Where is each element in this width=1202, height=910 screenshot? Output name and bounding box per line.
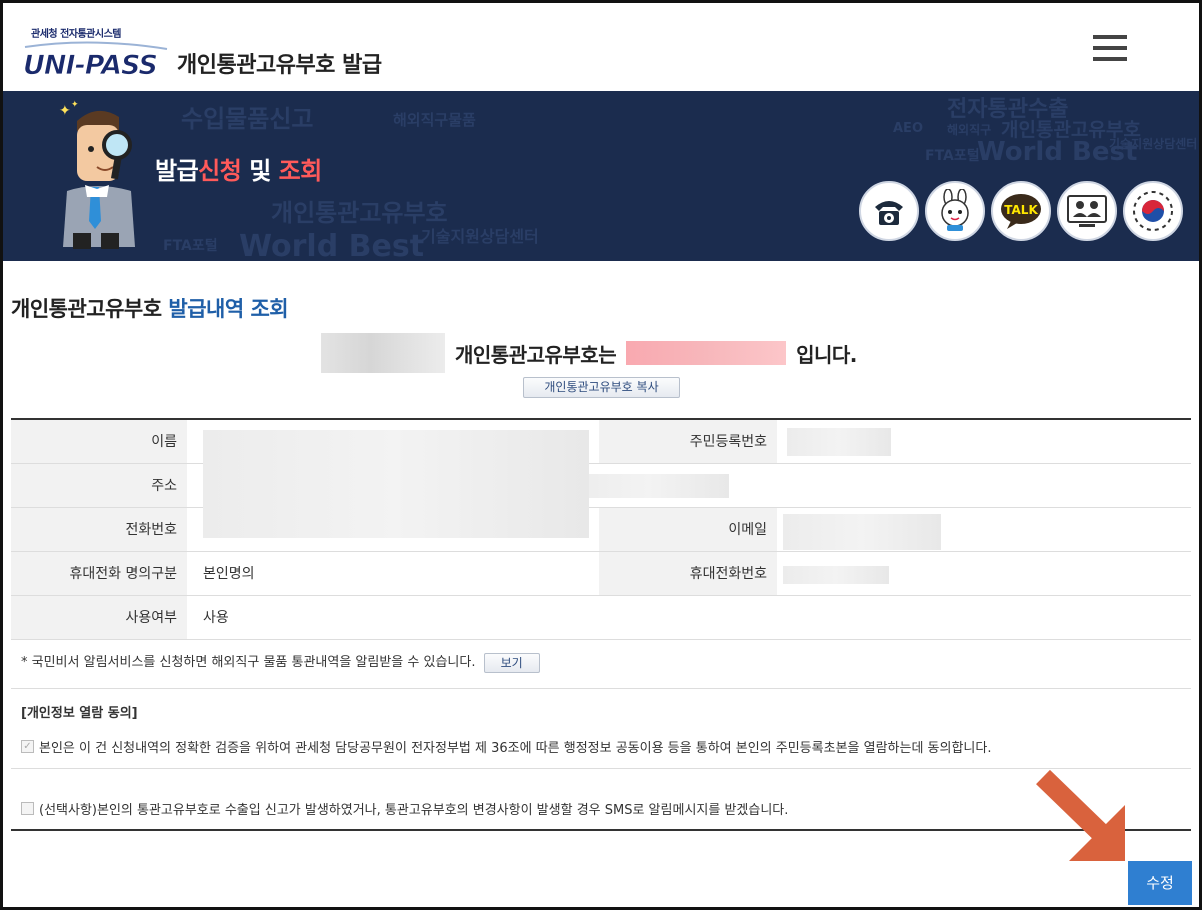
unipass-logo[interactable]: UNI-PASS <box>21 39 171 79</box>
consent-agree-row: ✓ 본인은 이 건 신청내역의 정확한 검증을 위하여 관세청 담당공무원이 전… <box>21 737 991 756</box>
telephone-icon[interactable] <box>859 181 919 241</box>
phone-label: 전화번호 <box>11 508 187 551</box>
government-emblem-icon[interactable] <box>1123 181 1183 241</box>
address-label: 주소 <box>11 464 187 507</box>
redacted-customs-number <box>626 341 787 365</box>
name-label: 이름 <box>11 420 187 463</box>
redacted-address-tail <box>569 474 729 498</box>
svg-text:✦: ✦ <box>59 103 71 119</box>
pointer-arrow-icon <box>1036 769 1125 861</box>
table-row: 사용여부 사용 <box>11 596 1191 640</box>
mobile-owner-label: 휴대전화 명의구분 <box>11 552 187 595</box>
consent-agree-text: 본인은 이 건 신청내역의 정확한 검증을 위하여 관세청 담당공무원이 전자정… <box>39 741 992 756</box>
banner-bg-word: 수입물품신고 <box>181 105 314 133</box>
usage-label: 사용여부 <box>11 596 187 639</box>
notice-text: * 국민비서 알림서비스를 신청하면 해외직구 물품 통관내역을 알림받을 수 … <box>21 655 476 670</box>
consent-agree-checkbox[interactable]: ✓ <box>21 740 34 753</box>
mobile-label: 휴대전화번호 <box>599 552 777 595</box>
banner-title: 발급신청 및 조회 <box>155 157 322 185</box>
consent-sms-checkbox[interactable] <box>21 802 34 815</box>
info-table: 이름 주민등록번호 주소 전화번호 이메일 휴대전화 명의구분 본인명의 휴대전… <box>11 418 1191 640</box>
banner-bg-word: AEO <box>893 121 923 136</box>
consent-divider <box>11 768 1191 769</box>
redacted-personal-info <box>203 430 589 538</box>
svg-text:✦: ✦ <box>71 100 79 110</box>
table-row: 주소 <box>11 464 1191 508</box>
table-row: 휴대전화 명의구분 본인명의 휴대전화번호 <box>11 552 1191 596</box>
banner-bg-word: 해외직구 <box>947 123 992 137</box>
page-frame: 관세청 전자통관시스템 UNI-PASS 개인통관고유부호 발급 수입물품신고 … <box>0 0 1202 910</box>
mascot-icon[interactable] <box>925 181 985 241</box>
notice-row: * 국민비서 알림서비스를 신청하면 해외직구 물품 통관내역을 알림받을 수 … <box>11 643 1191 689</box>
section-title: 개인통관고유부호 발급내역 조회 <box>11 297 289 321</box>
view-button[interactable]: 보기 <box>483 652 540 673</box>
svg-text:UNI-PASS: UNI-PASS <box>23 50 157 79</box>
usage-value: 사용 <box>203 610 229 626</box>
redacted-mobile <box>783 566 889 584</box>
banner-bg-word: 기술지원상담센터 <box>421 227 539 246</box>
banner-bg-word: 해외직구물품 <box>393 111 476 129</box>
logo-subtext: 관세청 전자통관시스템 <box>31 29 121 40</box>
hamburger-menu-icon[interactable] <box>1093 35 1127 65</box>
sentence-middle: 개인통관고유부호는 <box>455 342 617 367</box>
sentence-end: 입니다. <box>796 342 857 367</box>
mascot-illustration: ✦ ✦ <box>59 100 135 249</box>
hero-banner: 수입물품신고 해외직구물품 전자통관수출 개인통관고유부호 FTA포털 Worl… <box>3 91 1199 261</box>
redacted-email <box>783 514 941 550</box>
bottom-divider <box>11 829 1191 831</box>
svg-text:TALK: TALK <box>1004 203 1038 217</box>
banner-bg-word: FTA포털 <box>925 148 980 164</box>
consent-title: [개인정보 열람 동의] <box>21 706 138 721</box>
consent-sms-row: (선택사항)본인의 통관고유부호로 수출입 신고가 발생하였거나, 통관고유부호… <box>21 799 788 818</box>
edit-button[interactable]: 수정 <box>1128 861 1192 905</box>
redacted-name <box>321 333 445 373</box>
video-consult-icon[interactable] <box>1057 181 1117 241</box>
consent-sms-text: (선택사항)본인의 통관고유부호로 수출입 신고가 발생하였거나, 통관고유부호… <box>39 803 789 818</box>
email-label: 이메일 <box>599 508 777 551</box>
mobile-owner-value: 본인명의 <box>203 566 255 582</box>
banner-bg-word: 기술지원상담센터 <box>1109 137 1198 151</box>
copy-customs-number-button[interactable]: 개인통관고유부호 복사 <box>523 377 680 398</box>
talk-icon[interactable]: TALK <box>991 181 1051 241</box>
customs-number-sentence: 개인통관고유부호는 입니다. <box>321 333 867 373</box>
header: 관세청 전자통관시스템 UNI-PASS 개인통관고유부호 발급 <box>3 3 1199 91</box>
redacted-rrn <box>787 428 891 456</box>
table-row: 이름 주민등록번호 <box>11 420 1191 464</box>
table-row: 전화번호 이메일 <box>11 508 1191 552</box>
rrn-label: 주민등록번호 <box>599 420 777 463</box>
banner-bg-word: FTA포털 <box>163 238 218 254</box>
site-title: 개인통관고유부호 발급 <box>177 53 382 78</box>
banner-bg-word: World Best <box>239 229 425 261</box>
